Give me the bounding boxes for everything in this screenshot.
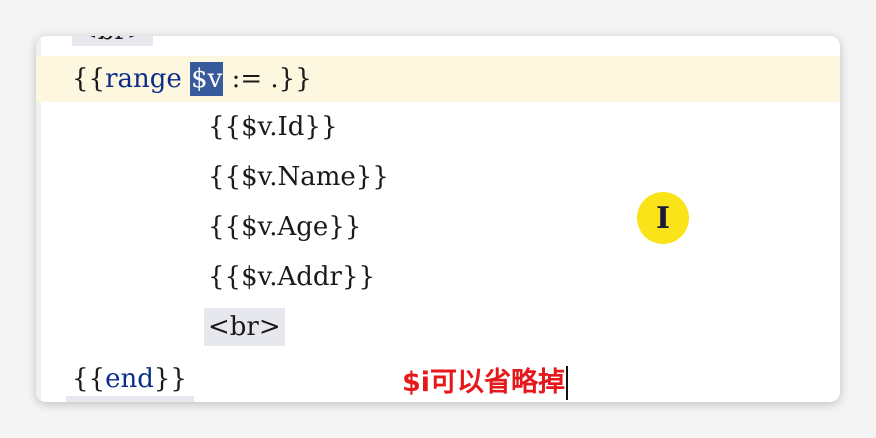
- code-line-name[interactable]: {{$v.Name}}: [208, 162, 389, 192]
- end-open-braces: {{: [72, 364, 106, 394]
- end-keyword: end: [105, 364, 154, 394]
- code-line-id[interactable]: {{$v.Id}}: [208, 112, 338, 142]
- text-caret: [566, 366, 569, 400]
- range-keyword: range: [105, 64, 182, 94]
- br-tag-highlight: <br>: [204, 308, 285, 346]
- code-line-range[interactable]: {{range $v := .}}: [72, 62, 312, 96]
- code-line-end[interactable]: {{end}}: [72, 364, 187, 394]
- code-editor-window[interactable]: <br> {{range $v := .}} {{$v.Id}} {{$v.Na…: [36, 36, 840, 402]
- bottom-tag-highlight: [66, 396, 194, 402]
- range-assignment: := .}}: [223, 64, 312, 94]
- range-open-braces: {{: [72, 64, 106, 94]
- end-close-braces: }}: [153, 364, 187, 394]
- annotation-label: $i可以省略掉: [402, 367, 566, 398]
- text-cursor-icon: I: [637, 192, 689, 244]
- screenshot-stage: <br> {{range $v := .}} {{$v.Id}} {{$v.Na…: [0, 0, 876, 438]
- code-line-addr[interactable]: {{$v.Addr}}: [208, 262, 375, 292]
- annotation-text: $i可以省略掉: [402, 366, 569, 400]
- partial-br-tag: <br>: [72, 36, 153, 46]
- selected-variable[interactable]: $v: [190, 62, 224, 96]
- code-line-br[interactable]: <br>: [204, 308, 285, 346]
- text-cursor-glyph: I: [655, 200, 671, 236]
- code-line-age[interactable]: {{$v.Age}}: [208, 212, 361, 242]
